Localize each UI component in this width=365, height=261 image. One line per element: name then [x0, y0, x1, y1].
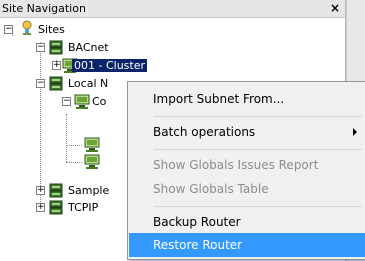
tree-guide-line: [66, 162, 82, 163]
tree-node-label: Local N: [68, 77, 109, 90]
tree-node-co[interactable]: − Co: [52, 94, 132, 110]
expand-toggle-icon[interactable]: +: [52, 61, 61, 70]
tree-node-label: 001 - Cluster: [72, 59, 148, 72]
computer-icon: [84, 154, 100, 169]
menu-item-label: Show Globals Issues Report: [153, 158, 319, 172]
menu-item-label: Batch operations: [153, 125, 256, 139]
globe-person-icon: [22, 20, 32, 35]
menu-item-label: Show Globals Table: [153, 182, 269, 196]
menu-item-label: Import Subnet From...: [153, 92, 285, 106]
tree-node-cluster[interactable]: + 001 - Cluster: [52, 58, 148, 74]
collapse-toggle-icon[interactable]: −: [36, 43, 45, 52]
tree-node-local[interactable]: − Local N: [30, 76, 130, 92]
computer-icon: [74, 94, 90, 109]
tree-node-label: Co: [92, 95, 107, 108]
tree-node-label: Sites: [38, 23, 65, 36]
collapse-toggle-icon[interactable]: −: [62, 97, 71, 106]
tree-guide-line: [66, 114, 67, 162]
computer-icon: [84, 137, 100, 152]
tree-node-label: TCPIP: [68, 201, 99, 214]
menu-item-label: Backup Router: [153, 215, 241, 229]
menu-separator: [154, 149, 362, 150]
collapse-toggle-icon[interactable]: −: [4, 25, 13, 34]
tree-node-bacnet[interactable]: − BACnet: [30, 40, 150, 56]
close-icon[interactable]: ×: [328, 1, 342, 15]
menu-separator: [154, 116, 362, 117]
panel-titlebar: Site Navigation ×: [0, 0, 345, 18]
network-icon: [49, 76, 63, 91]
menu-item-label: Restore Router: [153, 238, 243, 252]
menu-item-restore-router[interactable]: Restore Router: [129, 233, 365, 257]
menu-item-show-globals-issues-report[interactable]: Show Globals Issues Report: [129, 153, 365, 177]
collapse-toggle-icon[interactable]: −: [36, 79, 45, 88]
tree-node-sample[interactable]: + Sample: [30, 183, 130, 199]
tree-node-label: BACnet: [68, 41, 109, 54]
menu-item-show-globals-table[interactable]: Show Globals Table: [129, 177, 365, 201]
context-menu: Import Subnet From... Batch operations S…: [127, 81, 365, 260]
network-icon: [49, 40, 63, 55]
network-icon: [49, 200, 63, 215]
menu-item-backup-router[interactable]: Backup Router: [129, 210, 365, 234]
menu-item-batch-operations[interactable]: Batch operations: [129, 120, 365, 144]
tree-guide-line: [66, 145, 82, 146]
submenu-arrow-icon: [353, 128, 357, 136]
tree-node-child-computer[interactable]: [82, 137, 122, 153]
expand-toggle-icon[interactable]: +: [36, 203, 45, 212]
panel-title: Site Navigation: [2, 2, 86, 15]
tree-node-label: Sample: [68, 184, 110, 197]
network-icon: [49, 183, 63, 198]
tree-node-child-computer[interactable]: [82, 154, 122, 170]
tree-node-sites[interactable]: − Sites: [4, 20, 124, 38]
menu-separator: [154, 206, 362, 207]
menu-item-import-subnet[interactable]: Import Subnet From...: [129, 87, 365, 111]
expand-toggle-icon[interactable]: +: [36, 186, 45, 195]
tree-node-tcpip[interactable]: + TCPIP: [30, 200, 130, 216]
